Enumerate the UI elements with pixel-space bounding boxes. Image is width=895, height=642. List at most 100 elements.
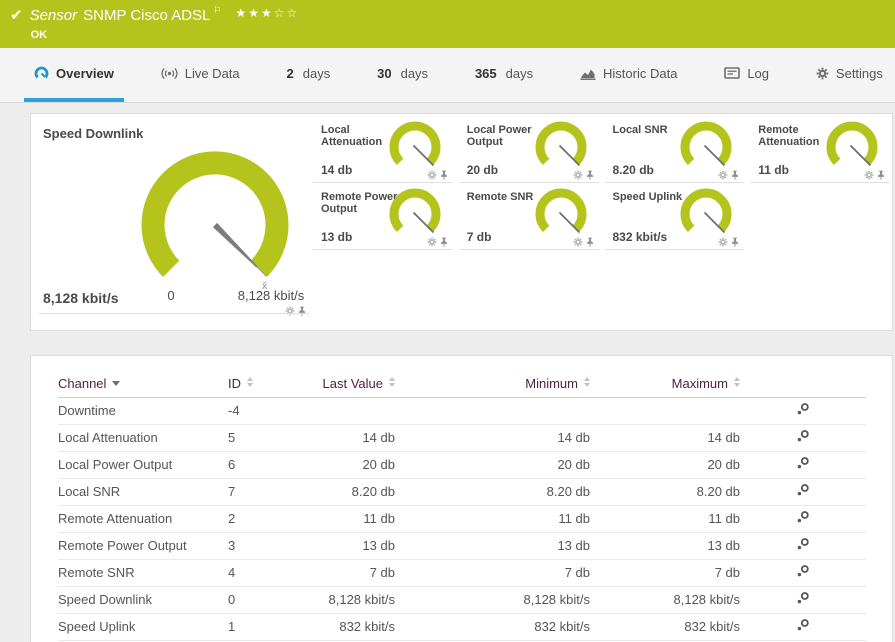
tab-number: 365 bbox=[474, 65, 497, 81]
small-gauge-remote-power-output[interactable]: Remote Power Output 13 db bbox=[313, 183, 453, 250]
chart-icon bbox=[580, 67, 596, 80]
flag-icon[interactable]: ⚐ bbox=[213, 5, 221, 15]
tab-days[interactable]: 2 days bbox=[277, 48, 341, 102]
small-gauge-value: 832 kbit/s bbox=[612, 230, 668, 244]
gauge-settings-gear-icon[interactable] bbox=[285, 306, 295, 316]
priority-stars[interactable]: ★★★☆☆ bbox=[235, 6, 299, 20]
small-gauge-actions bbox=[718, 237, 740, 247]
gauge-settings-gear-icon[interactable] bbox=[718, 237, 728, 247]
gauge-scale-min: 0 bbox=[167, 288, 175, 303]
channel-settings-icon[interactable] bbox=[796, 591, 810, 608]
channel-settings-icon[interactable] bbox=[796, 402, 810, 419]
cell-maximum: 20 db bbox=[590, 451, 740, 479]
tab-bar: Overview Live Data 2 days 30 days 365 days Histo… bbox=[0, 48, 895, 103]
column-header-id[interactable]: ID bbox=[228, 370, 305, 398]
gauge-settings-gear-icon[interactable] bbox=[864, 170, 874, 180]
cell-channel[interactable]: Downtime bbox=[58, 397, 228, 425]
tab-log[interactable]: Log bbox=[714, 48, 779, 102]
cell-minimum: 832 kbit/s bbox=[395, 613, 590, 641]
small-gauge-actions bbox=[864, 170, 886, 180]
tab-live-data[interactable]: Live Data bbox=[151, 48, 250, 102]
table-row-local-power-output[interactable]: Local Power Output 6 20 db 20 db 20 db bbox=[58, 451, 866, 479]
table-row-remote-attenuation[interactable]: Remote Attenuation 2 11 db 11 db 11 db bbox=[58, 505, 866, 533]
sort-toggle-icon bbox=[247, 376, 253, 387]
gauge-pin-icon[interactable] bbox=[730, 237, 740, 247]
cell-channel[interactable]: Speed Downlink bbox=[58, 586, 228, 614]
small-gauge-icon bbox=[389, 188, 441, 234]
main-gauge-title: Speed Downlink bbox=[43, 126, 144, 141]
small-gauge-local-snr[interactable]: Local SNR 8.20 db bbox=[604, 116, 745, 183]
log-icon bbox=[724, 67, 741, 79]
sensor-header: ✔ Sensor SNMP Cisco ADSL ⚐ ★★★☆☆ OK bbox=[0, 0, 895, 48]
gauge-pin-icon[interactable] bbox=[585, 237, 595, 247]
gauge-settings-gear-icon[interactable] bbox=[718, 170, 728, 180]
table-row-speed-downlink[interactable]: Speed Downlink 0 8,128 kbit/s 8,128 kbit… bbox=[58, 586, 866, 614]
channel-settings-icon[interactable] bbox=[796, 618, 810, 635]
small-gauge-actions bbox=[718, 170, 740, 180]
cell-channel[interactable]: Local SNR bbox=[58, 478, 228, 506]
tab-settings[interactable]: Settings bbox=[806, 48, 893, 102]
cell-minimum bbox=[395, 397, 590, 425]
channel-settings-icon[interactable] bbox=[796, 537, 810, 554]
channel-settings-icon[interactable] bbox=[796, 564, 810, 581]
small-gauge-local-attenuation[interactable]: Local Attenuation 14 db bbox=[313, 116, 453, 183]
cell-maximum: 14 db bbox=[590, 424, 740, 452]
channel-settings-icon[interactable] bbox=[796, 456, 810, 473]
gauge-settings-gear-icon[interactable] bbox=[427, 170, 437, 180]
table-row-downtime[interactable]: Downtime -4 bbox=[58, 397, 866, 425]
table-row-speed-uplink[interactable]: Speed Uplink 1 832 kbit/s 832 kbit/s 832… bbox=[58, 613, 866, 641]
gauge-settings-gear-icon[interactable] bbox=[573, 237, 583, 247]
gauge-settings-gear-icon[interactable] bbox=[427, 237, 437, 247]
tab-overview[interactable]: Overview bbox=[24, 48, 124, 102]
gauge-pin-icon[interactable] bbox=[439, 170, 449, 180]
table-row-local-attenuation[interactable]: Local Attenuation 5 14 db 14 db 14 db bbox=[58, 424, 866, 452]
gauge-pin-icon[interactable] bbox=[876, 170, 886, 180]
cell-channel[interactable]: Remote Attenuation bbox=[58, 505, 228, 533]
tab-days[interactable]: 365 days bbox=[465, 48, 543, 102]
gauge-pin-icon[interactable] bbox=[439, 237, 449, 247]
small-gauges-grid: Local Attenuation 14 db Local Power Outp… bbox=[313, 116, 890, 252]
tab-label: Settings bbox=[835, 65, 883, 81]
column-header-channel[interactable]: Channel bbox=[58, 370, 228, 398]
sensor-type-label: Sensor bbox=[29, 7, 78, 24]
tab-days[interactable]: 30 days bbox=[367, 48, 438, 102]
cell-maximum: 8,128 kbit/s bbox=[590, 586, 740, 614]
cell-channel[interactable]: Local Power Output bbox=[58, 451, 228, 479]
channel-settings-icon[interactable] bbox=[796, 483, 810, 500]
main-gauge-speed-downlink[interactable]: Speed Downlink x̄ 0 8,128 kbit/s 8,128 k… bbox=[31, 114, 311, 332]
table-row-local-snr[interactable]: Local SNR 7 8.20 db 8.20 db 8.20 db bbox=[58, 478, 866, 506]
channels-panel: Channel ID Last Value Minimum Maximum Downti… bbox=[30, 355, 893, 642]
cell-channel[interactable]: Remote SNR bbox=[58, 559, 228, 587]
cell-last-value: 8,128 kbit/s bbox=[305, 586, 395, 614]
channel-settings-icon[interactable] bbox=[796, 429, 810, 446]
cell-channel[interactable]: Local Attenuation bbox=[58, 424, 228, 452]
column-header-last-value[interactable]: Last Value bbox=[305, 370, 395, 398]
tab-historic-data[interactable]: Historic Data bbox=[570, 48, 687, 102]
gauge-settings-gear-icon[interactable] bbox=[573, 170, 583, 180]
column-header-maximum[interactable]: Maximum bbox=[590, 370, 740, 398]
live-icon bbox=[161, 67, 178, 80]
tab-label: Log bbox=[747, 65, 770, 81]
table-row-remote-snr[interactable]: Remote SNR 4 7 db 7 db 7 db bbox=[58, 559, 866, 587]
small-gauge-remote-attenuation[interactable]: Remote Attenuation 11 db bbox=[750, 116, 890, 183]
small-gauge-local-power-output[interactable]: Local Power Output 20 db bbox=[458, 116, 599, 183]
sort-toggle-icon bbox=[584, 376, 590, 387]
small-gauge-remote-snr[interactable]: Remote SNR 7 db bbox=[458, 183, 599, 250]
cell-channel[interactable]: Remote Power Output bbox=[58, 532, 228, 560]
cell-last-value: 7 db bbox=[305, 559, 395, 587]
small-gauge-icon bbox=[389, 121, 441, 167]
speed-downlink-gauge-icon: x̄ bbox=[141, 151, 289, 292]
column-header-minimum[interactable]: Minimum bbox=[395, 370, 590, 398]
channel-settings-icon[interactable] bbox=[796, 510, 810, 527]
cell-maximum: 13 db bbox=[590, 532, 740, 560]
gauge-pin-icon[interactable] bbox=[730, 170, 740, 180]
table-row-remote-power-output[interactable]: Remote Power Output 3 13 db 13 db 13 db bbox=[58, 532, 866, 560]
gauge-pin-icon[interactable] bbox=[297, 306, 307, 316]
gauge-pin-icon[interactable] bbox=[585, 170, 595, 180]
cell-channel[interactable]: Speed Uplink bbox=[58, 613, 228, 641]
small-gauge-speed-uplink[interactable]: Speed Uplink 832 kbit/s bbox=[604, 183, 745, 250]
cell-id: 0 bbox=[228, 586, 305, 614]
cell-last-value: 11 db bbox=[305, 505, 395, 533]
cell-maximum bbox=[590, 397, 740, 425]
tab-label: days bbox=[302, 65, 331, 81]
